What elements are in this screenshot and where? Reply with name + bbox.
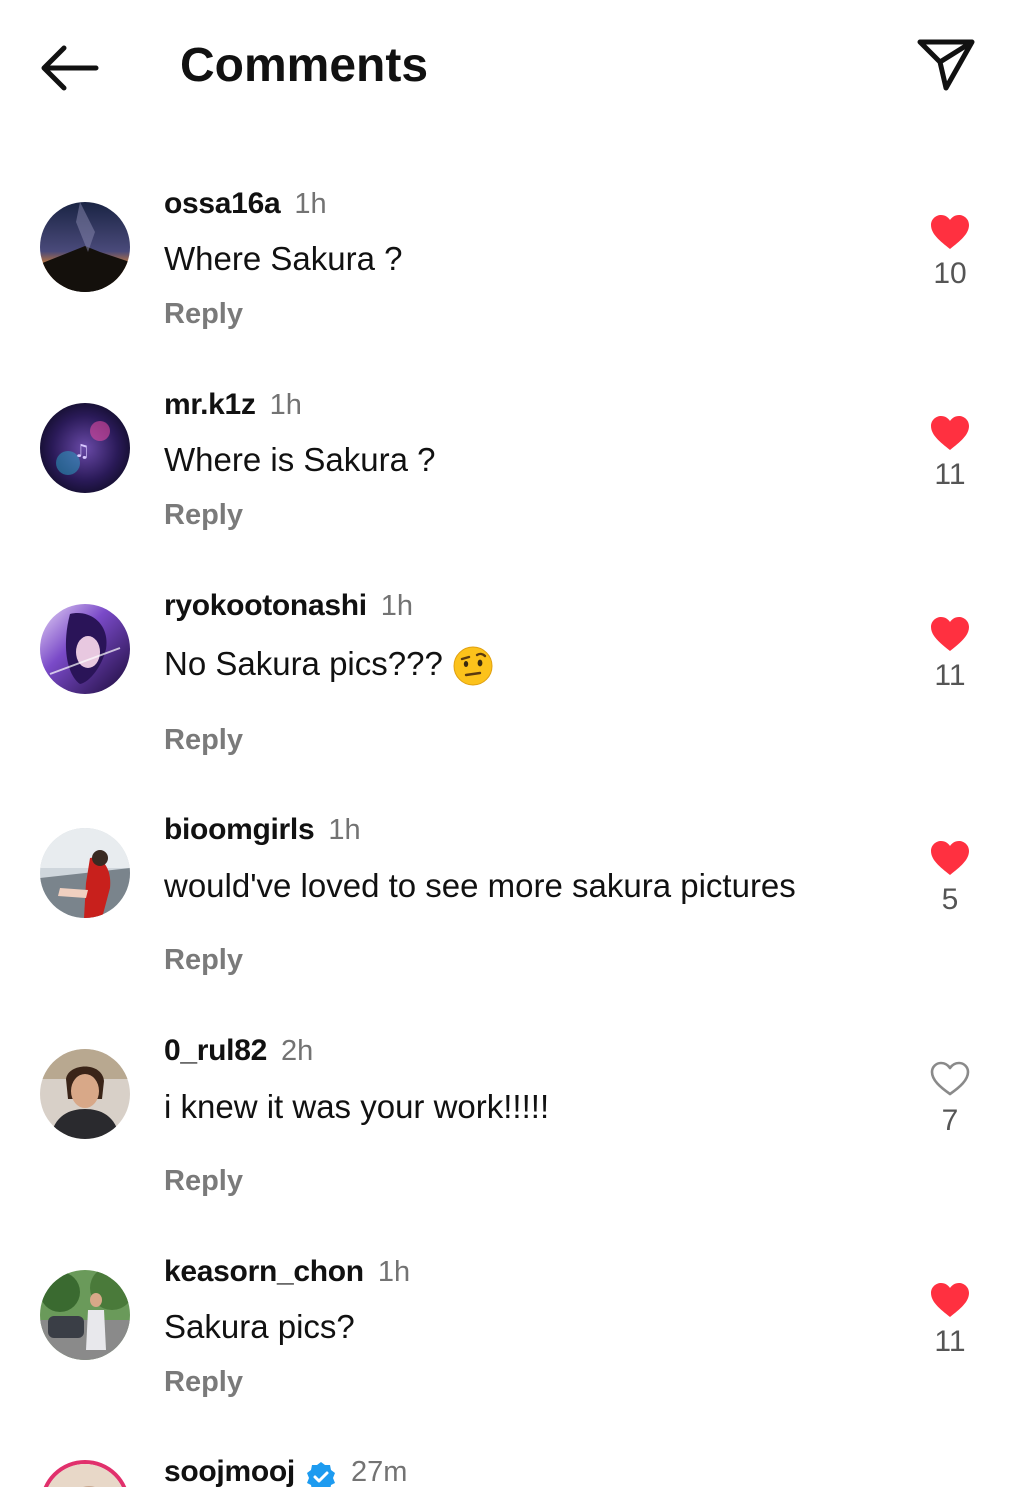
like-area: 11	[922, 616, 978, 694]
avatar[interactable]	[40, 828, 130, 918]
comment-item: 0_rul82 2h i knew it was your work!!!!! R…	[0, 1031, 1024, 1221]
like-area: 7	[922, 1061, 978, 1139]
comment-text: Sakura pics?	[164, 1308, 355, 1345]
reply-button[interactable]: Reply	[164, 1161, 243, 1201]
reply-button[interactable]: Reply	[164, 940, 243, 980]
username[interactable]: ryokootonashi	[164, 589, 367, 622]
like-count: 11	[934, 659, 966, 692]
comment-item: ossa16a 1h Where Sakura ? Reply 10	[0, 184, 1024, 374]
reply-button[interactable]: Reply	[164, 495, 243, 535]
like-count: 10	[933, 257, 967, 290]
username[interactable]: mr.k1z	[164, 388, 256, 421]
timestamp: 2h	[280, 1035, 314, 1067]
heart-filled-icon[interactable]	[930, 415, 970, 451]
avatar[interactable]	[40, 1460, 130, 1487]
reply-button[interactable]: Reply	[164, 294, 243, 334]
username[interactable]: soojmooj	[164, 1455, 295, 1487]
username[interactable]: ossa16a	[164, 187, 281, 220]
comment-item: bioomgirls 1h would've loved to see more …	[0, 810, 1024, 1000]
verified-badge-icon	[306, 1461, 335, 1487]
username[interactable]: keasorn_chon	[164, 1255, 364, 1288]
heart-filled-icon[interactable]	[930, 1282, 970, 1318]
comment-text: Where is Sakura ?	[164, 441, 436, 478]
reply-button[interactable]: Reply	[164, 720, 243, 760]
header-bar: Comments	[0, 0, 1024, 130]
comment-item: ryokootonashi 1h No Sakura pics??? Reply …	[0, 586, 1024, 776]
reply-button[interactable]: Reply	[164, 1362, 243, 1402]
heart-filled-icon[interactable]	[930, 616, 970, 652]
like-count: 11	[934, 458, 966, 491]
like-count: 7	[941, 1104, 959, 1137]
avatar[interactable]	[40, 604, 130, 694]
comment-item: keasorn_chon 1h Sakura pics? Reply 11	[0, 1252, 1024, 1442]
like-area: 10	[922, 214, 978, 292]
arrow-left-icon	[41, 45, 99, 91]
like-count: 5	[941, 883, 959, 916]
comment-item: ♫ mr.k1z 1h Where is Sakura ? Reply 11	[0, 385, 1024, 575]
like-count: 11	[934, 1325, 966, 1358]
comment-text: i knew it was your work!!!!!	[164, 1088, 550, 1125]
avatar[interactable]: ♫	[40, 403, 130, 493]
avatar[interactable]	[40, 1270, 130, 1360]
timestamp: 1h	[328, 814, 361, 846]
username[interactable]: bioomgirls	[164, 813, 315, 846]
timestamp: 1h	[380, 590, 414, 622]
like-area: 11	[922, 1282, 978, 1360]
avatar[interactable]	[40, 202, 130, 292]
like-area: 5	[922, 840, 978, 918]
svg-text:♫: ♫	[74, 441, 90, 462]
heart-filled-icon[interactable]	[930, 214, 970, 250]
paper-plane-icon	[917, 39, 975, 91]
comment-text: Where Sakura ?	[164, 240, 403, 277]
comment-item: soojmooj 27m	[0, 1452, 1024, 1487]
share-button[interactable]	[914, 36, 978, 94]
heart-outline-icon[interactable]	[930, 1061, 970, 1097]
comment-text: No Sakura pics???	[164, 645, 443, 682]
timestamp: 1h	[377, 1256, 411, 1288]
timestamp: 27m	[350, 1456, 408, 1487]
raised-eyebrow-face-icon	[453, 646, 493, 686]
timestamp: 1h	[294, 188, 327, 220]
like-area: 11	[922, 415, 978, 493]
avatar[interactable]	[40, 1049, 130, 1139]
heart-filled-icon[interactable]	[930, 840, 970, 876]
comment-text: would've loved to see more sakura pictur…	[164, 867, 796, 904]
timestamp: 1h	[269, 389, 302, 421]
back-button[interactable]	[38, 40, 100, 96]
username[interactable]: 0_rul82	[164, 1034, 267, 1067]
page-title: Comments	[180, 39, 429, 92]
comment-text-line: No Sakura pics???	[164, 642, 493, 686]
